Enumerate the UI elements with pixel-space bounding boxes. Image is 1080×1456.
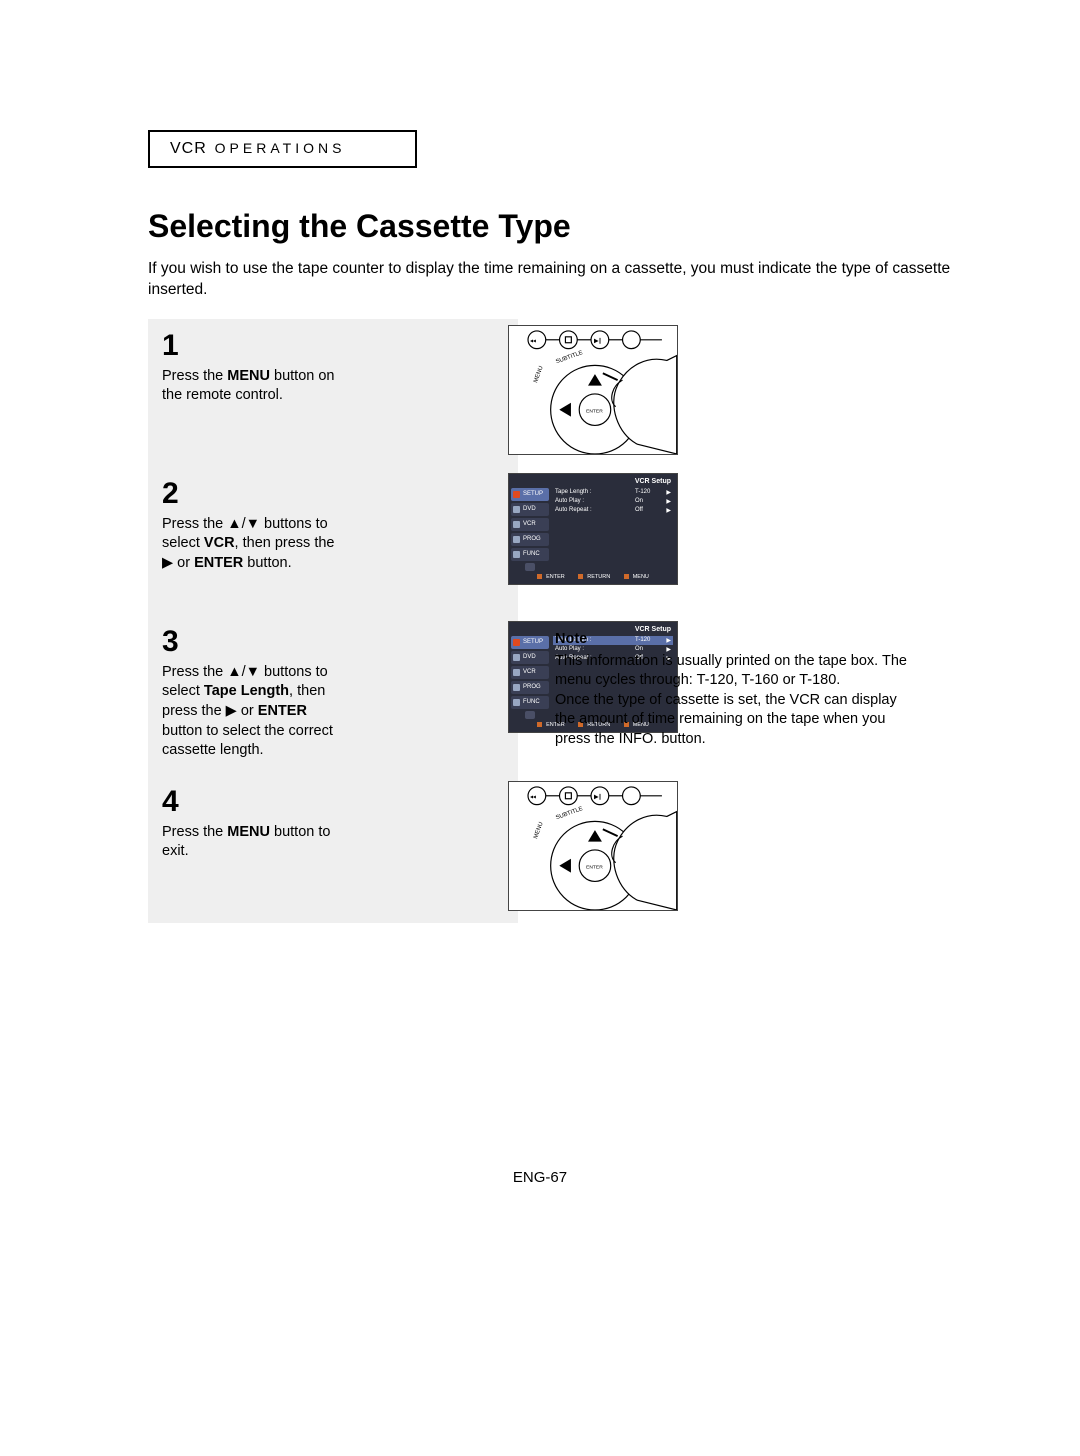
osd-tab-setup: SETUP [511, 636, 549, 649]
step-number: 3 [162, 625, 504, 659]
note-title: Note [555, 630, 915, 650]
note-paragraph: Once the type of cassette is set, the VC… [555, 691, 915, 750]
osd-tab-dvd: DVD [511, 503, 549, 516]
osd-row: Auto Play :On▶ [553, 497, 673, 506]
svg-text:ENTER: ENTER [586, 864, 603, 870]
svg-text:SUBTITLE: SUBTITLE [555, 350, 584, 365]
step-4: 4 Press the MENU button to exit. ◂◂ ▶∥ [148, 775, 518, 923]
note-paragraph: This information is usually printed on t… [555, 652, 915, 691]
svg-text:▶∥: ▶∥ [594, 338, 602, 345]
step-number: 2 [162, 477, 504, 511]
osd-row: Tape Length :T-120▶ [553, 488, 673, 497]
page-number: ENG-67 [0, 1169, 1080, 1186]
osd-extra-icon [525, 711, 535, 719]
disc-icon [513, 506, 520, 513]
tape-icon [513, 669, 520, 676]
step-2: 2 Press the ▲/▼ buttons to select VCR, t… [148, 467, 518, 615]
osd-tab-vcr: VCR [511, 666, 549, 679]
osd-tab-prog: PROG [511, 681, 549, 694]
remote-illustration: ◂◂ ▶∥ SUBTITLE MENU ENTER [508, 781, 678, 911]
osd-tab-dvd: DVD [511, 651, 549, 664]
func-icon [513, 699, 520, 706]
osd-tab-vcr: VCR [511, 518, 549, 531]
osd-screenshot-step2: VCR Setup SETUP DVD VCR PROG FUNC Tape L… [508, 473, 678, 585]
svg-text:SUBTITLE: SUBTITLE [555, 806, 584, 821]
svg-text:◂◂: ◂◂ [530, 795, 536, 801]
osd-sidebar: SETUP DVD VCR PROG FUNC [511, 488, 549, 571]
osd-tab-func: FUNC [511, 548, 549, 561]
chevron-right-icon: ▶ [663, 489, 671, 496]
step-text: Press the MENU button to exit. [162, 823, 337, 862]
step-text: Press the ▲/▼ buttons to select Tape Len… [162, 663, 337, 761]
section-label: VCR OPERATIONS [170, 140, 345, 156]
osd-tab-func: FUNC [511, 696, 549, 709]
svg-text:MENU: MENU [533, 365, 545, 383]
chevron-right-icon: ▶ [663, 507, 671, 514]
gear-icon [513, 639, 520, 646]
note-block: Note This information is usually printed… [555, 630, 915, 749]
osd-footer: ENTER RETURN MENU [509, 574, 677, 580]
osd-title: VCR Setup [635, 478, 671, 485]
clock-icon [513, 536, 520, 543]
disc-icon [513, 654, 520, 661]
gear-icon [513, 491, 520, 498]
square-icon [578, 574, 583, 579]
remote-illustration: ◂◂ ▶∥ SUBTITLE MENU ENTER [508, 325, 678, 455]
section-label-box: VCR OPERATIONS [148, 130, 417, 168]
step-number: 4 [162, 785, 504, 819]
square-icon [537, 574, 542, 579]
step-1: 1 Press the MENU button on the remote co… [148, 319, 518, 467]
svg-text:MENU: MENU [533, 821, 545, 839]
func-icon [513, 551, 520, 558]
osd-extra-icon [525, 563, 535, 571]
section-label-suffix: OPERATIONS [215, 140, 346, 156]
manual-page: VCR OPERATIONS Selecting the Cassette Ty… [0, 0, 1080, 923]
step-number: 1 [162, 329, 504, 363]
osd-tab-prog: PROG [511, 533, 549, 546]
osd-row: Auto Repeat :Off▶ [553, 506, 673, 515]
square-icon [624, 574, 629, 579]
intro-paragraph: If you wish to use the tape counter to d… [148, 259, 962, 301]
svg-text:ENTER: ENTER [586, 408, 603, 414]
chevron-right-icon: ▶ [663, 498, 671, 505]
clock-icon [513, 684, 520, 691]
osd-content: Tape Length :T-120▶ Auto Play :On▶ Auto … [553, 488, 673, 515]
square-icon [537, 722, 542, 727]
tape-icon [513, 521, 520, 528]
steps-panel: 1 Press the MENU button on the remote co… [148, 319, 518, 923]
step-3: 3 Press the ▲/▼ buttons to select Tape L… [148, 615, 518, 775]
svg-text:◂◂: ◂◂ [530, 339, 536, 345]
svg-text:▶∥: ▶∥ [594, 794, 602, 801]
page-title: Selecting the Cassette Type [148, 208, 962, 245]
step-text: Press the ▲/▼ buttons to select VCR, the… [162, 515, 337, 574]
section-label-prefix: VCR [170, 140, 207, 157]
osd-sidebar: SETUP DVD VCR PROG FUNC [511, 636, 549, 719]
step-text: Press the MENU button on the remote cont… [162, 367, 337, 406]
osd-tab-setup: SETUP [511, 488, 549, 501]
